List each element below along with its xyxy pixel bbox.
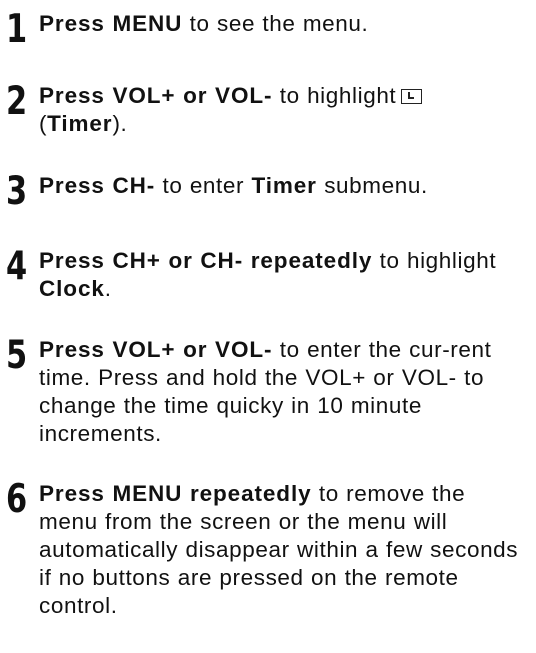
step-text: Press VOL+ or VOL- to enter the cur-rent… [39, 336, 531, 448]
paren-close: ). [112, 111, 128, 136]
step-action: Press CH- [39, 173, 156, 198]
step-description: to see the menu. [182, 11, 369, 36]
step-number: 5 [6, 333, 28, 378]
step-description: to highlight [272, 83, 397, 108]
step-action: Press VOL+ or VOL- [39, 337, 273, 362]
timer-icon [401, 89, 423, 104]
step-number: 3 [6, 169, 28, 214]
step-text: Press MENU repeatedly to remove the menu… [39, 480, 531, 620]
instruction-steps: 1 Press MENU to see the menu. 2 Press VO… [0, 0, 536, 653]
step-action: Press MENU repeatedly [39, 481, 312, 506]
paren-open: ( [39, 111, 48, 136]
step-text: Press VOL+ or VOL- to highlight (Timer). [39, 82, 531, 138]
step-text: Press CH- to enter Timer submenu. [39, 172, 531, 200]
step-number: 1 [6, 7, 28, 52]
menu-item-name: Timer [251, 173, 317, 198]
step-action: Press MENU [39, 11, 183, 36]
step-action: Press CH+ or CH- repeatedly [39, 248, 373, 273]
step-text: Press MENU to see the menu. [39, 10, 531, 38]
menu-item-name: Clock [39, 276, 105, 301]
step-number: 2 [6, 79, 28, 124]
step-description: to highlight [372, 248, 497, 273]
step-text: Press CH+ or CH- repeatedly to highlight… [39, 247, 531, 303]
step-number: 6 [6, 477, 28, 522]
menu-item-name: Timer [47, 111, 113, 136]
step-tail: . [104, 276, 112, 301]
step-description: to enter [155, 173, 252, 198]
step-tail: submenu. [316, 173, 428, 198]
step-number: 4 [6, 244, 28, 289]
step-action: Press VOL+ or VOL- [39, 83, 273, 108]
